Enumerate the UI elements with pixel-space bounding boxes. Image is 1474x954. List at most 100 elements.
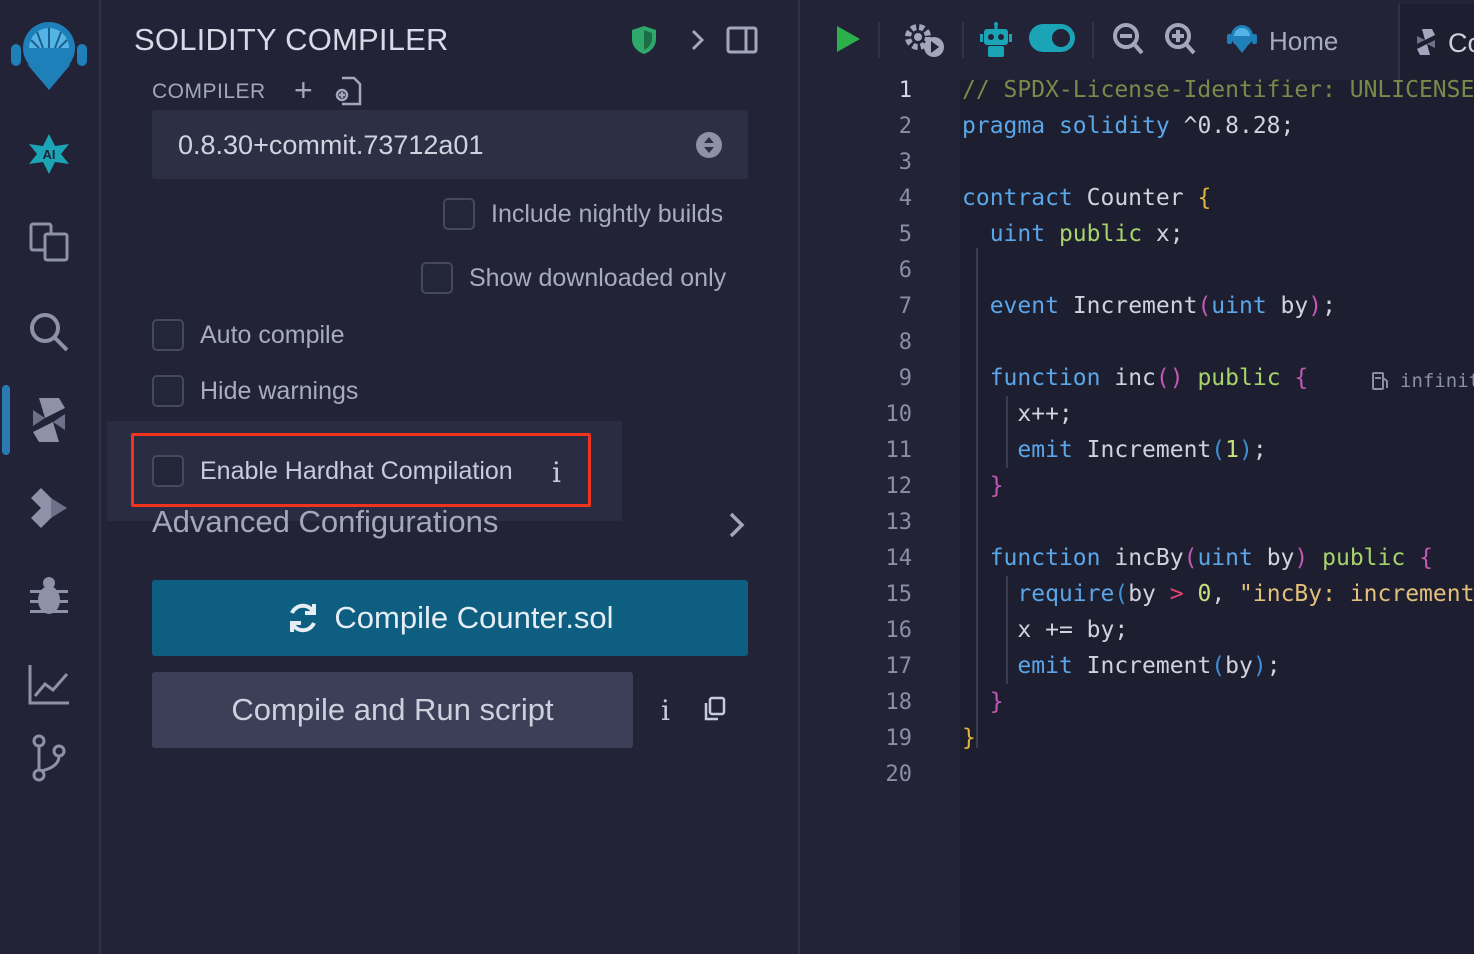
run-script-info-icon[interactable]: i bbox=[661, 694, 670, 727]
zoom-in-icon[interactable] bbox=[1162, 20, 1198, 58]
solidity-file-icon bbox=[1416, 28, 1436, 61]
line-number: 9 bbox=[898, 366, 912, 391]
include-nightly-label: Include nightly builds bbox=[491, 199, 724, 228]
code-area[interactable]: // SPDX-License-Identifier: UNLICENSED p… bbox=[962, 72, 1474, 954]
file-tab-counter[interactable]: Co bbox=[1398, 4, 1474, 80]
code-line: } bbox=[962, 725, 976, 751]
line-number: 12 bbox=[885, 474, 913, 499]
line-number: 18 bbox=[885, 690, 913, 715]
auto-compile-label: Auto compile bbox=[200, 320, 345, 349]
show-downloaded-option: Show downloaded only bbox=[421, 260, 726, 296]
annotation-highlight-box bbox=[131, 433, 591, 507]
compiler-version-select[interactable]: 0.8.30+commit.73712a01 bbox=[152, 110, 748, 179]
line-number: 14 bbox=[885, 546, 913, 571]
compile-and-run-button[interactable]: Compile and Run script bbox=[152, 672, 633, 748]
line-number: 2 bbox=[898, 114, 912, 139]
show-downloaded-checkbox[interactable] bbox=[421, 262, 453, 294]
code-line: x += by; bbox=[1017, 617, 1129, 643]
git-branch-icon[interactable] bbox=[0, 728, 97, 788]
hide-warnings-option: Hide warnings bbox=[152, 373, 358, 409]
compile-and-run-label: Compile and Run script bbox=[231, 692, 554, 727]
auto-compile-option: Auto compile bbox=[152, 317, 345, 353]
toolbar-divider bbox=[962, 22, 964, 58]
robot-assistant-icon[interactable] bbox=[978, 20, 1014, 60]
ai-toggle-switch[interactable] bbox=[1028, 22, 1076, 54]
line-number: 4 bbox=[898, 186, 912, 211]
line-number: 13 bbox=[885, 510, 913, 535]
svg-text:AI: AI bbox=[42, 147, 55, 162]
select-arrows-icon bbox=[696, 132, 722, 158]
line-number: 11 bbox=[885, 438, 913, 463]
home-logo-icon[interactable] bbox=[1224, 22, 1260, 54]
icon-rail: AI bbox=[0, 0, 101, 954]
load-compiler-file-icon[interactable] bbox=[334, 76, 362, 111]
line-number: 20 bbox=[885, 762, 913, 787]
code-line: emit Increment(by); bbox=[1017, 653, 1281, 679]
verified-shield-icon[interactable] bbox=[629, 24, 659, 56]
code-editor: Home Co 1234567891011121314151617181920 … bbox=[798, 0, 1474, 954]
gas-estimate-value: infinit bbox=[1400, 370, 1474, 392]
compiler-label: COMPILER bbox=[152, 80, 266, 103]
line-number: 8 bbox=[898, 330, 912, 355]
code-line: require(by > 0, "incBy: increment should… bbox=[1017, 581, 1474, 607]
copy-icon[interactable] bbox=[702, 696, 726, 727]
zoom-out-icon[interactable] bbox=[1110, 20, 1146, 58]
line-number: 1 bbox=[898, 78, 912, 103]
code-line: function incBy(uint by) public { bbox=[989, 545, 1433, 571]
line-number: 6 bbox=[898, 258, 912, 283]
file-explorer-icon[interactable] bbox=[0, 212, 97, 272]
solidity-compiler-icon[interactable] bbox=[0, 390, 97, 450]
ai-icon[interactable]: AI bbox=[0, 124, 97, 184]
solidity-compiler-panel: SOLIDITY COMPILER COMPILER + 0.8.30+comm… bbox=[101, 0, 798, 954]
code-line: x++; bbox=[1017, 401, 1073, 427]
line-number: 15 bbox=[885, 582, 913, 607]
analytics-chart-icon[interactable] bbox=[0, 654, 97, 714]
line-number: 17 bbox=[885, 654, 913, 679]
line-number-gutter: 1 2 3 4 5 6 7 8 9 10 11 12 13 14 15 16 17 18 19 20 bbox=[800, 72, 960, 954]
auto-compile-checkbox[interactable] bbox=[152, 319, 184, 351]
line-number: 7 bbox=[898, 294, 912, 319]
advanced-configurations-toggle[interactable]: Advanced Configurations bbox=[152, 504, 498, 540]
debugger-icon[interactable] bbox=[0, 566, 97, 626]
gas-pump-icon bbox=[1372, 372, 1388, 390]
search-icon[interactable] bbox=[0, 302, 97, 362]
settings-run-icon[interactable] bbox=[902, 20, 946, 60]
code-line: } bbox=[989, 473, 1004, 499]
line-number: 16 bbox=[885, 618, 913, 643]
code-line: contract Counter { bbox=[962, 185, 1212, 211]
toolbar-divider bbox=[878, 22, 880, 58]
include-nightly-checkbox[interactable] bbox=[443, 198, 475, 230]
refresh-icon bbox=[290, 603, 317, 633]
compiler-version-value: 0.8.30+commit.73712a01 bbox=[178, 130, 484, 160]
file-tab-label: Co bbox=[1448, 28, 1474, 58]
toolbar-divider bbox=[1092, 22, 1094, 58]
chevron-right-icon[interactable] bbox=[685, 24, 711, 56]
editor-toolbar: Home Co bbox=[800, 0, 1474, 80]
chevron-right-icon[interactable] bbox=[727, 510, 747, 545]
code-line: pragma solidity ^0.8.28; bbox=[962, 113, 1295, 139]
gas-estimate-hint: infinit bbox=[1370, 370, 1474, 392]
line-number: 19 bbox=[885, 726, 913, 751]
code-line: event Increment(uint by); bbox=[989, 293, 1336, 319]
compile-button-label: Compile Counter.sol bbox=[334, 600, 614, 635]
add-custom-compiler-icon[interactable]: + bbox=[294, 74, 320, 108]
line-number: 3 bbox=[898, 150, 912, 175]
code-line: uint public x; bbox=[989, 221, 1184, 247]
toggle-panel-icon[interactable] bbox=[725, 24, 759, 56]
deploy-run-icon[interactable] bbox=[0, 478, 97, 538]
code-line: } bbox=[989, 689, 1004, 715]
line-number: 10 bbox=[885, 402, 913, 427]
home-tab[interactable]: Home bbox=[1269, 26, 1338, 57]
line-number: 5 bbox=[898, 222, 912, 247]
show-downloaded-label: Show downloaded only bbox=[469, 263, 727, 292]
remix-logo-icon[interactable] bbox=[0, 14, 97, 94]
run-script-icon[interactable] bbox=[832, 22, 864, 56]
include-nightly-option: Include nightly builds bbox=[443, 196, 723, 232]
panel-title: SOLIDITY COMPILER bbox=[134, 22, 449, 57]
compile-button[interactable]: Compile Counter.sol bbox=[152, 580, 748, 656]
code-line: emit Increment(1); bbox=[1017, 437, 1267, 463]
hide-warnings-checkbox[interactable] bbox=[152, 375, 184, 407]
code-line: function inc() public { bbox=[989, 365, 1309, 391]
code-line: // SPDX-License-Identifier: UNLICENSED bbox=[962, 77, 1474, 103]
hide-warnings-label: Hide warnings bbox=[200, 376, 359, 405]
